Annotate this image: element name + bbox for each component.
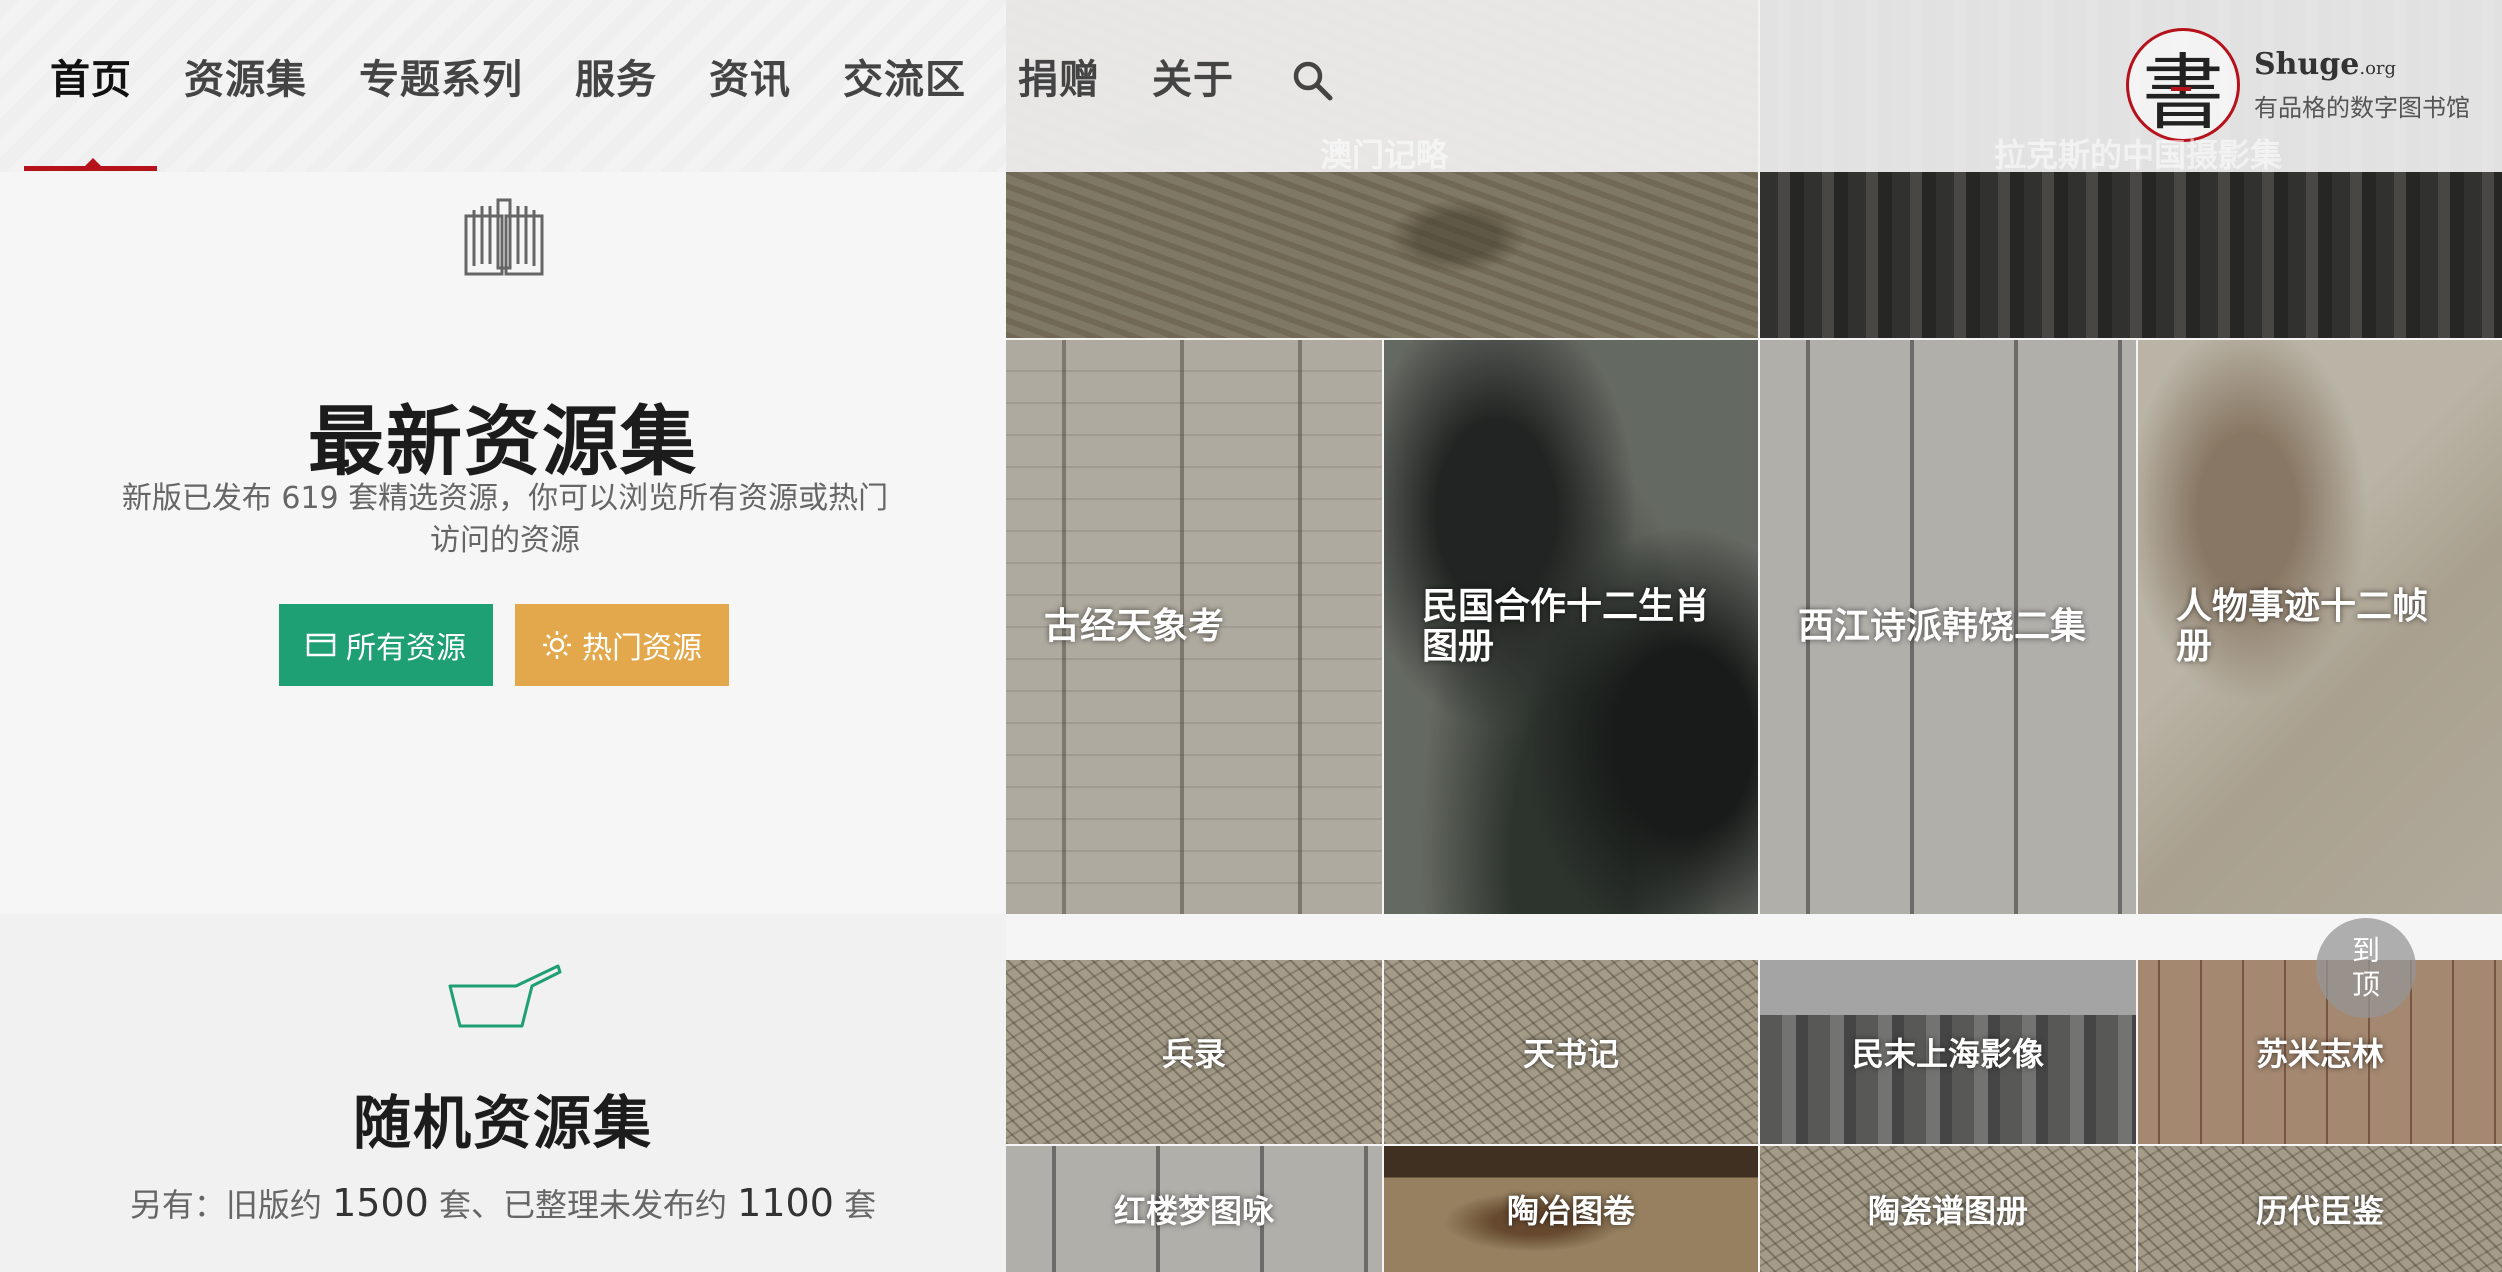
sun-icon — [542, 630, 572, 660]
resource-tile-random-6[interactable]: 陶冶图卷 — [1384, 1146, 1758, 1272]
hot-resources-button[interactable]: 热门资源 — [515, 604, 729, 686]
tile-label: 兵录 — [1161, 1035, 1226, 1073]
tile-label: 古经天象考 — [1044, 606, 1225, 647]
resource-tile-featured-1[interactable]: 古经天象考 — [1006, 340, 1382, 914]
tile-label: 陶瓷谱图册 — [1867, 1192, 2028, 1230]
pending-count: 1100 — [737, 1181, 834, 1225]
ghost-tile-label: 拉克斯的中国摄影集 — [1994, 136, 2283, 174]
nav-item-about[interactable]: 关于 — [1152, 52, 1234, 108]
open-book-icon — [464, 198, 544, 276]
latest-collections-title: 最新资源集 — [308, 397, 698, 486]
ghost-tile-label: 澳门记略 — [1320, 136, 1449, 174]
resource-tile-random-1[interactable]: 兵录 — [1006, 960, 1382, 1144]
tile-label: 红楼梦图咏 — [1113, 1192, 1274, 1230]
resource-tile-random-5[interactable]: 红楼梦图咏 — [1006, 1146, 1382, 1272]
logo-name: Shuge.org — [2254, 47, 2397, 82]
dustpan-icon — [448, 964, 562, 1028]
site-logo[interactable]: 書 Shuge.org 有品格的数字图书馆 — [2126, 28, 2470, 142]
tile-label: 民国合作十二生肖图册 — [1422, 586, 1711, 667]
back-to-top-label: 顶 — [2351, 968, 2380, 1001]
back-to-top-button[interactable]: 到 顶 — [2316, 918, 2416, 1018]
latest-collections-description: 新版已发布 619 套精选资源，你可以浏览所有资源或热门访问的资源 — [121, 481, 889, 558]
resource-tile-random-3[interactable]: 民末上海影像 — [1760, 960, 2136, 1144]
old-count: 1500 — [332, 1181, 429, 1225]
logo-seal-char: 書 — [2141, 45, 2224, 141]
nav-item-home[interactable]: 首页 — [50, 52, 132, 108]
desc-text: 套、已整理未发布约 — [428, 1186, 738, 1224]
logo-tagline: 有品格的数字图书馆 — [2254, 94, 2470, 122]
resource-tile-random-8[interactable]: 历代臣鉴 — [2138, 1146, 2502, 1272]
nav-item-collections[interactable]: 资源集 — [184, 52, 307, 108]
tile-label: 人物事迹十二帧册 — [2176, 586, 2429, 667]
resource-tile-random-7[interactable]: 陶瓷谱图册 — [1760, 1146, 2136, 1272]
desc-text: 套 — [833, 1186, 877, 1224]
desc-text: 另有：旧版约 — [129, 1186, 333, 1224]
tile-label: 民末上海影像 — [1851, 1035, 2044, 1073]
nav-item-services[interactable]: 服务 — [575, 52, 657, 108]
random-collections-title: 随机资源集 — [352, 1089, 653, 1157]
tile-label: 西江诗派韩饶二集 — [1798, 606, 2087, 647]
active-nav-underline — [24, 166, 157, 171]
all-resources-label: 所有资源 — [346, 631, 466, 666]
random-collections-description: 另有：旧版约 1500 套、已整理未发布约 1100 套 — [0, 1180, 1006, 1226]
nav-item-news[interactable]: 资讯 — [709, 52, 791, 108]
tile-label: 历代臣鉴 — [2255, 1192, 2384, 1230]
window-icon — [306, 632, 336, 658]
resource-tile-featured-4[interactable]: 人物事迹十二帧册 — [2138, 340, 2502, 914]
tile-label: 陶冶图卷 — [1506, 1192, 1635, 1230]
nav-item-donate[interactable]: 捐赠 — [1018, 52, 1100, 108]
resource-tile-featured-2[interactable]: 民国合作十二生肖图册 — [1384, 340, 1758, 914]
search-icon[interactable] — [1290, 58, 1334, 102]
main-nav: 首页 资源集 专题系列 服务 资讯 交流区 捐赠 关于 — [50, 52, 1334, 108]
back-to-top-label: 到 — [2351, 934, 2380, 967]
tile-label: 苏米志林 — [2255, 1035, 2384, 1073]
tile-label: 天书记 — [1522, 1035, 1619, 1073]
nav-item-series[interactable]: 专题系列 — [359, 52, 523, 108]
resource-tile-featured-3[interactable]: 西江诗派韩饶二集 — [1760, 340, 2136, 914]
resource-tile-random-2[interactable]: 天书记 — [1384, 960, 1758, 1144]
logo-seal: 書 — [2126, 28, 2240, 142]
hot-resources-label: 热门资源 — [582, 631, 702, 666]
all-resources-button[interactable]: 所有资源 — [279, 604, 493, 686]
nav-item-forum[interactable]: 交流区 — [843, 52, 966, 108]
